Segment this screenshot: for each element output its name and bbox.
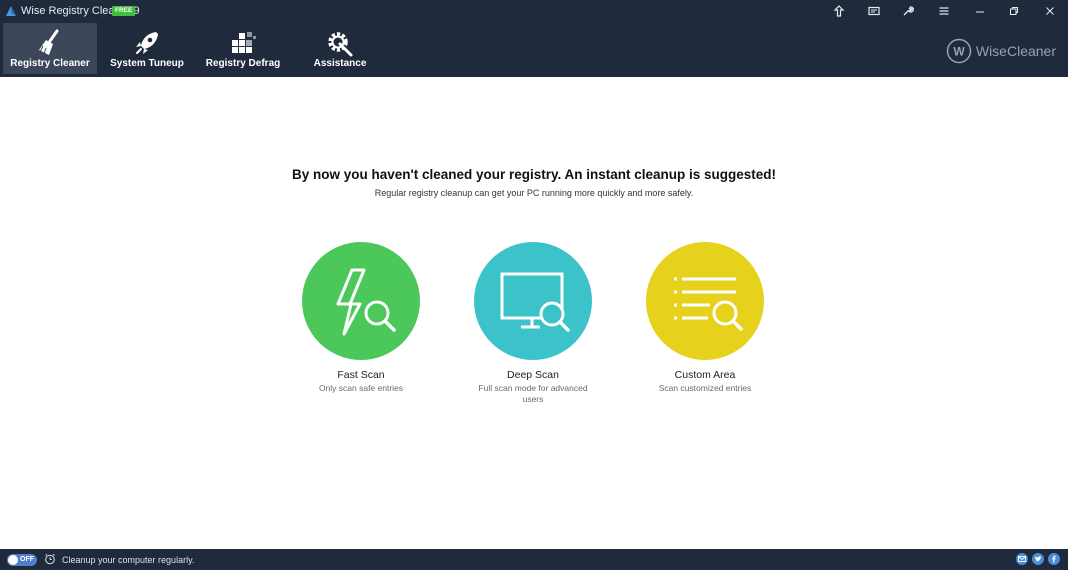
blocks-icon: [232, 32, 256, 53]
wisecleaner-logo: W: [946, 38, 972, 64]
deep-scan-title: Deep Scan: [507, 369, 559, 381]
main-content: By now you haven't cleaned your registry…: [0, 77, 1068, 549]
fast-scan-button[interactable]: [302, 242, 420, 360]
alarm-clock-icon: [45, 553, 55, 565]
twitter-icon: [1034, 556, 1042, 562]
menu-button[interactable]: [930, 0, 958, 22]
page-subline: Regular registry cleanup can get your PC…: [374, 188, 694, 198]
minimize-icon: [976, 11, 984, 13]
wrench-icon: [903, 6, 914, 16]
page-headline: By now you haven't cleaned your registry…: [291, 167, 777, 182]
custom-area-button[interactable]: [646, 242, 764, 360]
message-icon: [868, 6, 880, 16]
email-button[interactable]: [1016, 553, 1028, 565]
tools-button[interactable]: [894, 0, 922, 22]
tab-registry-cleaner[interactable]: Registry Cleaner: [3, 23, 97, 74]
restore-icon: [1010, 7, 1018, 15]
facebook-icon: [1052, 555, 1056, 563]
tab-label: Assistance: [313, 58, 367, 69]
close-button[interactable]: [1036, 0, 1064, 22]
tab-system-tuneup[interactable]: System Tuneup: [100, 23, 194, 74]
email-icon: [1018, 556, 1026, 562]
broom-icon: [39, 29, 59, 55]
list-search-icon: [674, 277, 743, 331]
brand-name: WiseCleaner: [975, 43, 1056, 59]
status-bar: OFF Cleanup your computer regularly.: [0, 549, 1068, 570]
minimize-button[interactable]: [966, 0, 994, 22]
restore-button[interactable]: [1000, 0, 1028, 22]
facebook-button[interactable]: [1048, 553, 1060, 565]
status-message: Cleanup your computer regularly.: [62, 555, 195, 565]
brand-logo-letter: W: [953, 45, 965, 59]
upgrade-button[interactable]: [825, 0, 853, 22]
tab-registry-defrag[interactable]: Registry Defrag: [196, 23, 290, 74]
tab-assistance[interactable]: Assistance: [293, 23, 387, 74]
tab-label: Registry Cleaner: [10, 58, 90, 69]
gear-wrench-icon: [328, 32, 353, 57]
app-logo-icon: [6, 6, 16, 16]
toggle-knob: [8, 555, 18, 565]
close-icon: [1046, 7, 1054, 15]
twitter-button[interactable]: [1032, 553, 1044, 565]
custom-area-title: Custom Area: [674, 369, 736, 381]
tab-label: System Tuneup: [110, 58, 184, 69]
wisecleaner-brand[interactable]: W WiseCleaner: [946, 38, 1056, 64]
custom-area-description: Scan customized entries: [658, 383, 752, 393]
free-badge: FREE: [112, 6, 136, 16]
fast-scan-description: Only scan safe entries: [318, 383, 404, 393]
deep-scan-description: Full scan mode for advanced users: [478, 383, 588, 404]
lightning-search-icon: [336, 268, 396, 336]
tab-label: Registry Defrag: [205, 58, 281, 69]
title-bar: Wise Registry Cleaner 9 FREE: [0, 0, 1068, 22]
shirt-up-icon: [833, 5, 845, 17]
app-header: Wise Registry Cleaner 9 FREE Registry Cl…: [0, 0, 1068, 77]
fast-scan-title: Fast Scan: [337, 369, 385, 381]
toggle-label: OFF: [20, 556, 34, 563]
deep-scan-button[interactable]: [474, 242, 592, 360]
list-menu-icon: [939, 7, 949, 15]
feedback-button[interactable]: [860, 0, 888, 22]
schedule-toggle[interactable]: OFF: [7, 554, 37, 566]
rocket-icon: [136, 32, 158, 54]
monitor-search-icon: [500, 272, 570, 332]
